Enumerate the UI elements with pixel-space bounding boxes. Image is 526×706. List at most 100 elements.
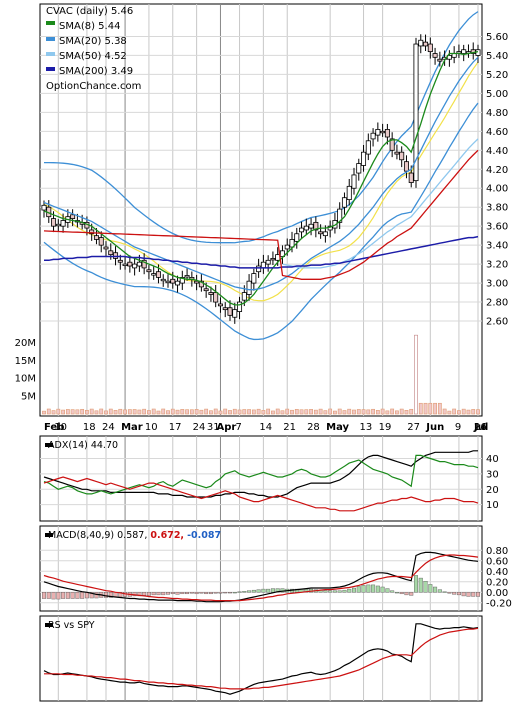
candle-body <box>213 292 219 303</box>
volume-bar <box>361 409 366 415</box>
x-tick-label: 10 <box>54 422 67 433</box>
volume-bar <box>275 408 280 415</box>
volume-bar <box>85 409 89 415</box>
candle-body <box>346 185 352 201</box>
price-y-tick: 4.80 <box>486 108 508 119</box>
macd-label-signal: 0.672, <box>150 530 184 541</box>
candle-body <box>299 227 305 233</box>
volume-bar <box>194 409 199 415</box>
volume-bar <box>99 408 104 415</box>
volume-bar <box>442 408 447 415</box>
macd-hist-bar <box>103 592 108 598</box>
price-y-tick: 4.60 <box>486 127 508 138</box>
x-tick-label: 13 <box>360 422 373 433</box>
volume-bar <box>256 408 261 415</box>
macd-hist-bar <box>261 588 266 593</box>
volume-bar <box>51 410 56 415</box>
macd-hist-bar <box>161 592 166 596</box>
volume-bar <box>118 408 123 415</box>
adx-y-tick-labels: 40 30 20 10 <box>486 454 499 511</box>
candle-body <box>184 275 190 278</box>
candle-body <box>370 132 376 140</box>
macd-label-prefix: MACD(8,40,9) 0.587, <box>48 530 147 541</box>
volume-bar <box>280 410 285 415</box>
volume-bar <box>104 410 108 415</box>
macd-hist-bar <box>337 590 342 593</box>
candle-body <box>51 218 57 227</box>
macd-hist-bar <box>471 592 476 597</box>
volume-bar <box>108 408 113 415</box>
volume-bar <box>375 410 380 415</box>
macd-hist-bar <box>256 589 261 593</box>
y-tick: 0.60 <box>486 556 508 567</box>
price-y-tick: 4.00 <box>486 184 508 195</box>
volume-bar <box>213 408 218 415</box>
chart-title: CVAC (daily) 5.46 <box>46 6 133 17</box>
x-tick-label: Mar <box>121 422 143 433</box>
volume-bar <box>199 409 204 415</box>
macd-hist-bar <box>146 592 151 596</box>
macd-hist-bar <box>185 592 190 595</box>
macd-hist-bar <box>242 591 247 593</box>
x-tick-label: 18 <box>83 422 96 433</box>
macd-hist-bar <box>80 592 85 599</box>
macd-hist-bar <box>385 588 390 593</box>
volume-bar <box>390 408 395 415</box>
volume-bar <box>428 402 433 415</box>
volume-bar <box>328 408 333 415</box>
price-y-tick: 4.20 <box>486 165 508 176</box>
candle-body <box>117 259 123 263</box>
legend-swatch-sma20 <box>46 37 55 41</box>
legend-swatch-sma8 <box>46 21 55 25</box>
macd-hist-bar <box>461 592 466 597</box>
watermark: OptionChance.com <box>46 81 141 92</box>
x-tick-label: 10 <box>145 422 158 433</box>
y-tick: 0.80 <box>486 546 508 557</box>
volume-bar <box>237 409 242 415</box>
candle-body <box>122 263 128 267</box>
volume-bar <box>147 410 151 415</box>
candle-body <box>132 263 138 269</box>
volume-bar <box>204 408 209 415</box>
macd-hist-bar <box>199 592 204 594</box>
macd-hist-bar <box>42 592 47 599</box>
macd-hist-bar <box>466 592 471 597</box>
volume-bar <box>366 409 371 415</box>
volume-bar <box>189 409 194 415</box>
x-tick-label: May <box>326 422 349 433</box>
price-y-tick: 3.40 <box>486 241 508 252</box>
candle-body <box>251 273 257 284</box>
macd-hist-bar <box>94 592 99 599</box>
price-y-tick: 3.60 <box>486 222 508 233</box>
candle-body <box>394 151 400 155</box>
volume-bar <box>285 408 290 415</box>
x-tick-label: Apr <box>216 422 236 433</box>
x-tick-label: 28 <box>307 422 320 433</box>
legend-sma200: SMA(200) 3.49 <box>59 66 133 77</box>
candle-body <box>423 41 429 47</box>
volume-bar <box>418 402 423 415</box>
x-axis-labels: Feb10 18 24 Mar 10 17 24 31Apr 7 14 21 28 May 13 19 27 J… <box>44 422 488 433</box>
macd-hist-bar <box>227 592 232 594</box>
stock-chart: 5.60 5.40 5.20 5.00 4.80 4.60 4.40 4.20 4.00 3.80… <box>15 3 512 702</box>
candle-body <box>375 129 381 136</box>
volume-bar <box>170 408 175 415</box>
volume-bar <box>142 408 147 415</box>
candle-body <box>237 301 243 312</box>
y-tick: 30 <box>486 469 499 480</box>
volume-bar <box>266 408 271 415</box>
macd-hist-bar <box>380 586 385 593</box>
candle-body <box>160 278 166 282</box>
volume-bar <box>337 408 342 415</box>
price-y-tick: 5.40 <box>486 51 508 62</box>
macd-hist-bar <box>433 586 438 593</box>
candle-body <box>103 246 109 250</box>
candle-body <box>113 252 119 259</box>
candle-body <box>437 58 443 62</box>
volume-bar <box>271 410 275 415</box>
macd-hist-bar <box>247 590 252 593</box>
volume-bar <box>299 409 304 415</box>
volume-bar <box>242 409 247 415</box>
candle-body <box>170 278 176 284</box>
legend-swatch-sma50 <box>46 52 55 56</box>
